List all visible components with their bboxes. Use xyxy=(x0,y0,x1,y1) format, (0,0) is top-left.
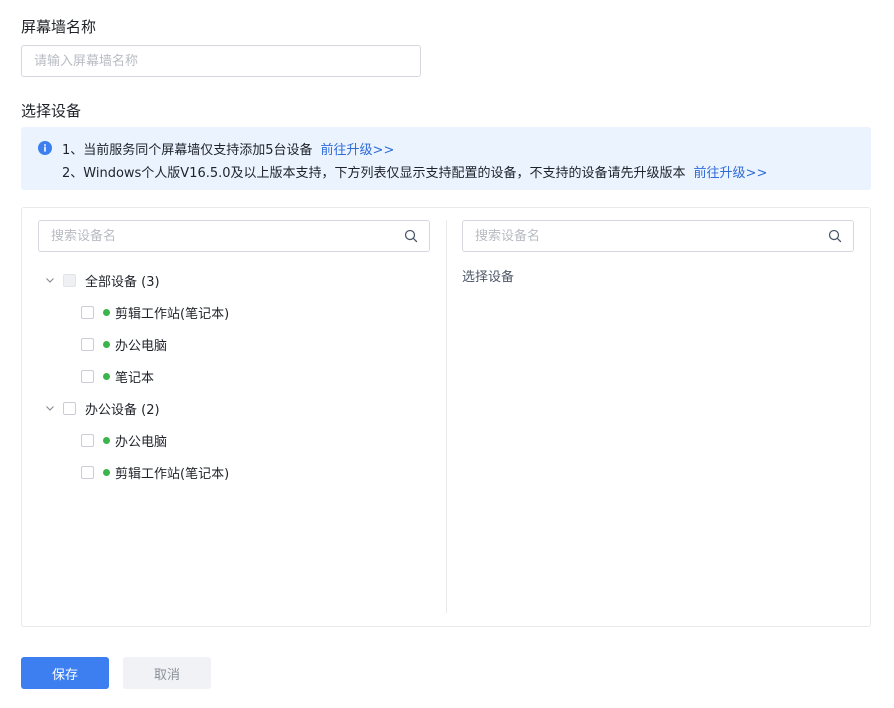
device-checkbox[interactable] xyxy=(81,369,94,383)
notice-banner: 1、当前服务同个屏幕墙仅支持添加5台设备 前往升级>> 2、Windows个人版V… xyxy=(21,127,871,190)
tree-group-label: 办公设备 (2) xyxy=(85,402,160,418)
search-icon[interactable] xyxy=(828,229,842,243)
chevron-down-icon[interactable] xyxy=(44,402,56,414)
device-name: 剪辑工作站(笔记本) xyxy=(115,306,230,322)
device-name: 办公电脑 xyxy=(115,434,168,450)
chevron-down-icon[interactable] xyxy=(44,274,56,286)
right-search-input[interactable] xyxy=(463,221,803,251)
select-device-label: 选择设备 xyxy=(21,102,82,120)
online-status-dot xyxy=(103,468,110,476)
tree-item[interactable]: 剪辑工作站(笔记本) xyxy=(81,462,229,482)
online-status-dot xyxy=(103,372,110,380)
device-checkbox[interactable] xyxy=(81,433,94,447)
cancel-button[interactable]: 取消 xyxy=(123,657,211,689)
notice-line-2: 2、Windows个人版V16.5.0及以上版本支持，下方列表仅显示支持配置的设… xyxy=(62,162,767,181)
group-checkbox[interactable] xyxy=(63,273,76,287)
online-status-dot xyxy=(103,308,110,316)
device-name: 剪辑工作站(笔记本) xyxy=(115,466,230,482)
left-search-box xyxy=(38,220,430,252)
info-icon xyxy=(38,141,52,155)
online-status-dot xyxy=(103,436,110,444)
tree-group-label: 全部设备 (3) xyxy=(85,274,160,290)
device-checkbox[interactable] xyxy=(81,465,94,479)
tree-group-office-devices[interactable]: 办公设备 (2) xyxy=(44,398,160,418)
group-checkbox[interactable] xyxy=(63,401,76,415)
online-status-dot xyxy=(103,340,110,348)
device-name: 办公电脑 xyxy=(115,338,168,354)
tree-item[interactable]: 笔记本 xyxy=(81,366,154,386)
right-search-box xyxy=(462,220,854,252)
device-name: 笔记本 xyxy=(115,370,155,386)
notice-line-1-text: 1、当前服务同个屏幕墙仅支持添加5台设备 xyxy=(62,143,313,158)
tree-item[interactable]: 办公电脑 xyxy=(81,334,167,354)
selected-devices-title: 选择设备 xyxy=(462,270,515,285)
screen-wall-name-input[interactable] xyxy=(21,45,421,77)
save-button[interactable]: 保存 xyxy=(21,657,109,689)
notice-line-2-text: 2、Windows个人版V16.5.0及以上版本支持，下方列表仅显示支持配置的设… xyxy=(62,166,686,181)
screen-wall-name-label: 屏幕墙名称 xyxy=(21,18,97,36)
search-icon[interactable] xyxy=(404,229,418,243)
tree-group-all-devices[interactable]: 全部设备 (3) xyxy=(44,270,160,290)
upgrade-link-1[interactable]: 前往升级>> xyxy=(321,143,395,158)
device-checkbox[interactable] xyxy=(81,305,94,319)
device-checkbox[interactable] xyxy=(81,337,94,351)
tree-item[interactable]: 办公电脑 xyxy=(81,430,167,450)
upgrade-link-2[interactable]: 前往升级>> xyxy=(694,166,768,181)
device-transfer-panel: 全部设备 (3) 剪辑工作站(笔记本) 办公电脑 笔记本 办公设备 (2) 办公… xyxy=(21,207,871,627)
left-search-input[interactable] xyxy=(39,221,379,251)
panel-divider xyxy=(446,220,447,613)
notice-line-1: 1、当前服务同个屏幕墙仅支持添加5台设备 前往升级>> xyxy=(62,139,394,158)
tree-item[interactable]: 剪辑工作站(笔记本) xyxy=(81,302,229,322)
